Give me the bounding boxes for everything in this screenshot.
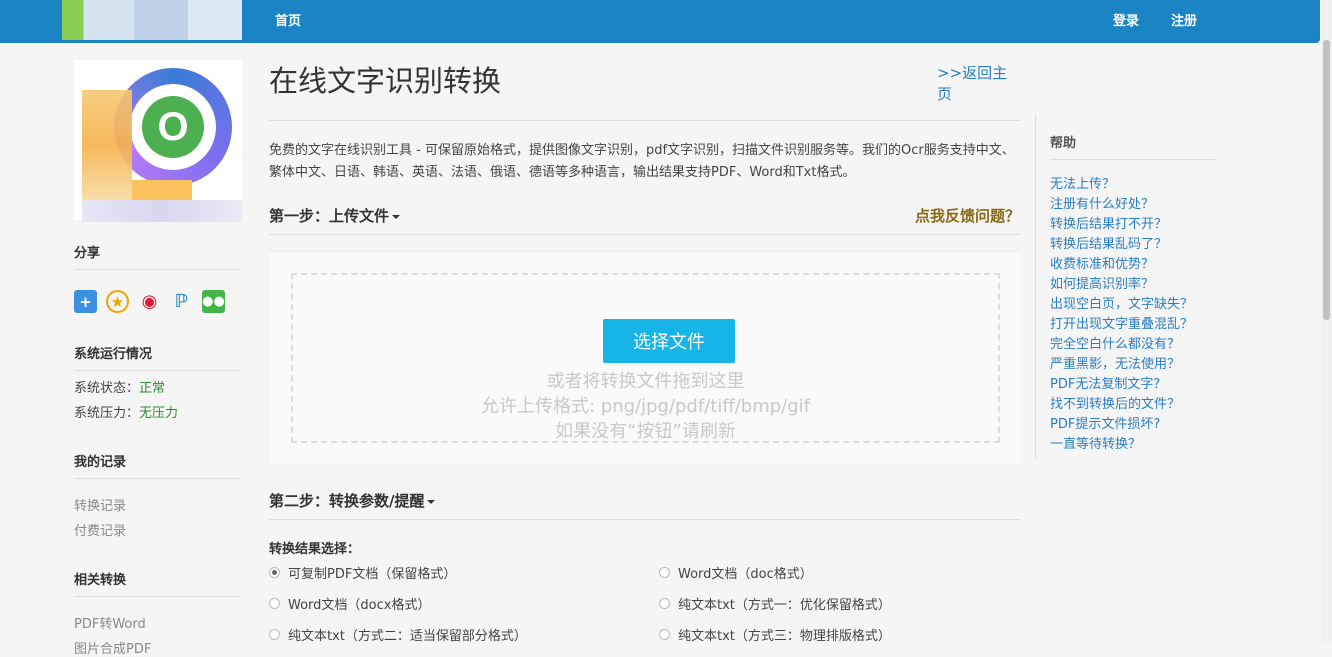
allowed-formats-text: 允许上传格式: png/jpg/pdf/tiff/bmp/gif	[480, 396, 811, 417]
payment-records-link[interactable]: 付费记录	[74, 520, 240, 539]
records-heading: 我的记录	[74, 451, 240, 479]
radio-button[interactable]	[269, 567, 280, 578]
status-value: 正常	[139, 381, 166, 396]
output-option-label: Word文档（docx格式）	[288, 598, 431, 613]
output-option[interactable]: 纯文本txt（方式三：物理排版格式）	[659, 625, 1019, 644]
related-heading: 相关转换	[74, 569, 240, 597]
output-options-label: 转换结果选择：	[269, 542, 361, 557]
radio-button[interactable]	[269, 629, 280, 640]
main-content: 在线文字识别转换 >>返回主页 免费的文字在线识别工具 - 可保留原始格式，提供…	[269, 58, 1020, 644]
radio-button[interactable]	[269, 598, 280, 609]
intro-text: 免费的文字在线识别工具 - 可保留原始格式，提供图像文字识别，pdf文字识别，扫…	[269, 143, 1015, 180]
scrollbar-thumb[interactable]	[1323, 40, 1330, 320]
help-link[interactable]: 出现空白页，文字缺失？	[1050, 295, 1215, 315]
share-heading: 分享	[74, 242, 240, 270]
help-link[interactable]: 一直等待转换？	[1050, 435, 1215, 455]
help-link[interactable]: 打开出现文字重叠混乱？	[1050, 315, 1215, 335]
help-link[interactable]: 完全空白什么都没有？	[1050, 335, 1215, 355]
system-status-section: 系统运行情况 系统状态：正常 系统压力：无压力	[74, 343, 240, 421]
divider	[269, 120, 1020, 121]
upload-area: 选择文件 或者将转换文件拖到这里 允许上传格式: png/jpg/pdf/tif…	[269, 251, 1020, 465]
weibo-icon[interactable]: ◉	[138, 290, 161, 313]
help-link[interactable]: 找不到转换后的文件？	[1050, 395, 1215, 415]
radio-button[interactable]	[659, 567, 670, 578]
output-option[interactable]: Word文档（docx格式）	[269, 594, 659, 613]
output-option[interactable]: 可复制PDF文档（保留格式）	[269, 563, 659, 582]
help-link[interactable]: 严重黑影，无法使用？	[1050, 355, 1215, 375]
output-option-label: 可复制PDF文档（保留格式）	[288, 567, 457, 582]
right-divider	[1035, 115, 1036, 460]
output-option-label: 纯文本txt（方式三：物理排版格式）	[678, 629, 891, 644]
conversion-records-link[interactable]: 转换记录	[74, 495, 240, 514]
output-option[interactable]: 纯文本txt（方式一：优化保留格式）	[659, 594, 1019, 613]
help-link[interactable]: 收费标准和优势？	[1050, 255, 1215, 275]
drop-hint-text: 或者将转换文件拖到这里	[546, 371, 745, 392]
drop-zone[interactable]: 选择文件 或者将转换文件拖到这里 允许上传格式: png/jpg/pdf/tif…	[291, 273, 1000, 443]
system-status-heading: 系统运行情况	[74, 343, 240, 371]
output-option[interactable]: 纯文本txt（方式二：适当保留部分格式）	[269, 625, 659, 644]
step2-header: 第二步：转换参数/提醒	[269, 490, 1020, 520]
pressure-value: 无压力	[139, 406, 179, 421]
caret-down-icon	[392, 214, 401, 219]
site-logo[interactable]	[62, 0, 242, 40]
help-panel: 帮助 无法上传？ 注册有什么好处？ 转换后结果打不开？ 转换后结果乱码了？ 收费标准和优…	[1050, 132, 1215, 455]
help-link[interactable]: 转换后结果乱码了？	[1050, 235, 1215, 255]
back-home-link[interactable]: >>返回主页	[937, 62, 1020, 104]
app-logo-image: O	[74, 60, 242, 222]
page-title: 在线文字识别转换	[269, 64, 502, 98]
share-icon-row: + ★ ◉ ℙ ●●	[74, 290, 240, 313]
help-list: 无法上传？ 注册有什么好处？ 转换后结果打不开？ 转换后结果乱码了？ 收费标准和优势？如…	[1050, 175, 1215, 455]
left-sidebar: O 分享 + ★ ◉ ℙ ●● 系统运行情况 系统状态：正常 系统压力：无压力 …	[74, 60, 242, 657]
step1-dropdown[interactable]: 第一步：上传文件	[269, 205, 401, 226]
output-option-label: Word文档（doc格式）	[678, 567, 813, 582]
image-to-pdf-link[interactable]: 图片合成PDF	[74, 638, 240, 657]
help-link[interactable]: 注册有什么好处？	[1050, 195, 1215, 215]
pinterest-icon[interactable]: ℙ	[170, 290, 193, 313]
step2-dropdown[interactable]: 第二步：转换参数/提醒	[269, 490, 436, 511]
system-status-row: 系统状态：正常	[74, 381, 166, 396]
output-option-label: 纯文本txt（方式一：优化保留格式）	[678, 598, 891, 613]
radio-button[interactable]	[659, 598, 670, 609]
page-scrollbar[interactable]	[1321, 0, 1332, 643]
help-link[interactable]: PDF提示文件损坏?	[1050, 415, 1215, 435]
help-link[interactable]: 如何提高识别率？	[1050, 275, 1215, 295]
help-link[interactable]: PDF无法复制文字？	[1050, 375, 1215, 395]
qzone-icon[interactable]: ★	[106, 290, 129, 313]
ocr-o-icon: O	[142, 96, 204, 158]
output-option[interactable]: Word文档（doc格式）	[659, 563, 1019, 582]
nav-home-link[interactable]: 首页	[275, 10, 301, 29]
caret-down-icon	[427, 499, 436, 504]
choose-file-button[interactable]: 选择文件	[603, 319, 735, 363]
related-section: 相关转换 PDF转Word 图片合成PDF	[74, 569, 240, 657]
plus-share-icon[interactable]: +	[74, 290, 97, 313]
register-link[interactable]: 注册	[1171, 10, 1197, 29]
top-navbar: 首页 登录 注册	[0, 0, 1320, 43]
pdf-to-word-link[interactable]: PDF转Word	[74, 613, 240, 632]
help-heading: 帮助	[1050, 132, 1215, 160]
login-link[interactable]: 登录	[1113, 10, 1139, 29]
radio-button[interactable]	[659, 629, 670, 640]
wechat-icon[interactable]: ●●	[202, 290, 225, 313]
system-pressure-row: 系统压力：无压力	[74, 406, 179, 421]
step1-header: 第一步：上传文件 点我反馈问题？	[269, 205, 1020, 235]
output-options-group: 可复制PDF文档（保留格式） Word文档（doc格式） Word文档（docx格式…	[269, 563, 1020, 644]
help-link[interactable]: 无法上传？	[1050, 175, 1215, 195]
help-link[interactable]: 转换后结果打不开？	[1050, 215, 1215, 235]
output-option-label: 纯文本txt（方式二：适当保留部分格式）	[288, 629, 527, 644]
feedback-link[interactable]: 点我反馈问题？	[915, 205, 1020, 226]
records-section: 我的记录 转换记录 付费记录	[74, 451, 240, 539]
refresh-hint-text: 如果没有“按钮”请刷新	[555, 421, 736, 442]
